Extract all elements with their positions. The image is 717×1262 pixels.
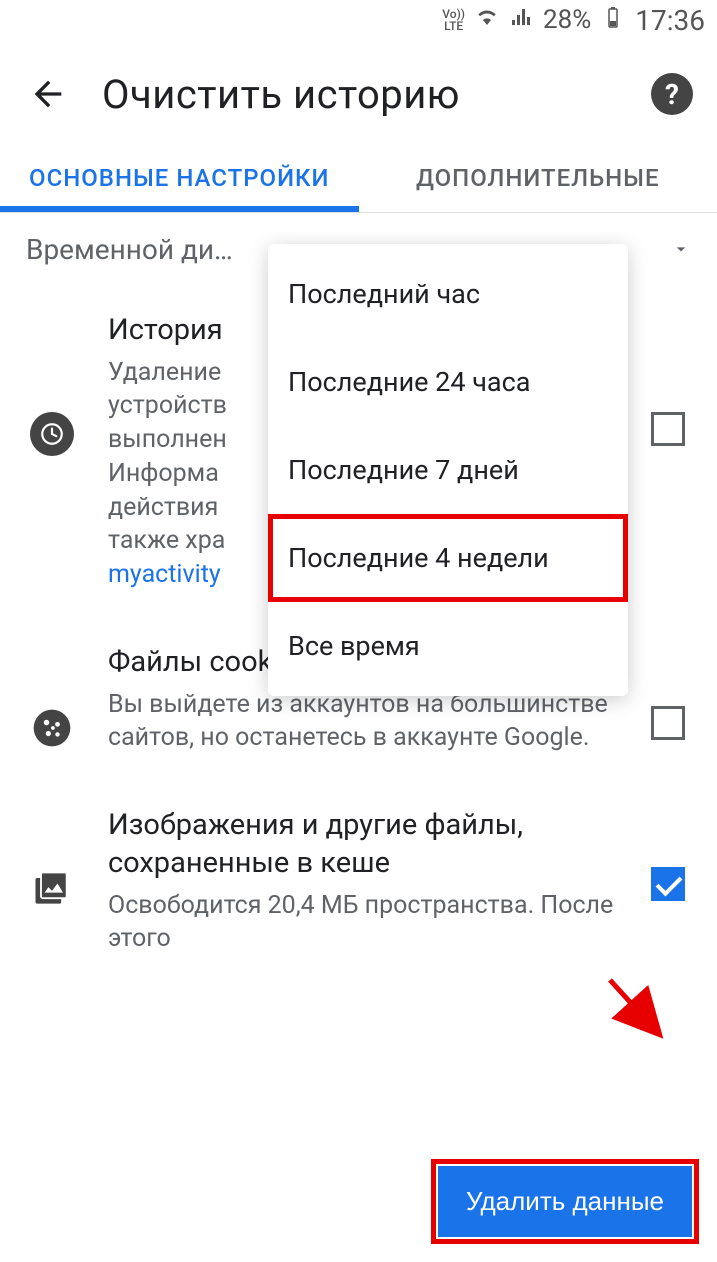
battery-percent: 28% <box>543 5 591 35</box>
volte-indicator: Vo)) LTE <box>442 8 465 32</box>
annotation-highlight: Удалить данные <box>431 1159 699 1244</box>
clear-data-button[interactable]: Удалить данные <box>438 1166 692 1237</box>
timerange-option-all-time[interactable]: Все время <box>268 602 628 690</box>
cookies-description: Вы выйдете из аккаунтов на большинстве с… <box>108 688 615 756</box>
tab-advanced[interactable]: ДОПОЛНИТЕЛЬНЫЕ <box>359 146 717 212</box>
battery-icon <box>601 5 625 36</box>
timerange-label: Временной ди… <box>26 233 233 266</box>
help-button[interactable]: ? <box>651 73 693 115</box>
timerange-dropdown: Последний час Последние 24 часа Последни… <box>268 244 628 696</box>
cookies-icon <box>24 644 80 750</box>
cache-checkbox[interactable] <box>651 867 685 901</box>
myactivity-link[interactable]: myactivity <box>108 560 221 589</box>
chevron-down-icon <box>671 233 691 266</box>
help-icon: ? <box>665 78 679 111</box>
cookie-icon <box>30 706 74 750</box>
page-title: Очистить историю <box>102 71 621 118</box>
history-desc-text: Удаление устройств выполнен Информа дейс… <box>108 358 227 556</box>
tab-basic[interactable]: ОСНОВНЫЕ НАСТРОЙКИ <box>0 146 359 212</box>
clock-icon <box>39 421 65 447</box>
history-icon <box>24 312 80 456</box>
status-bar: Vo)) LTE 28% 17:36 <box>0 0 717 40</box>
timerange-option-last-4w[interactable]: Последние 4 недели <box>268 514 628 602</box>
cache-icon <box>24 807 80 911</box>
timerange-option-last-hour[interactable]: Последний час <box>268 250 628 338</box>
signal-icon <box>509 5 533 36</box>
setting-cache: Изображения и другие файлы, сохраненные … <box>0 781 717 982</box>
image-icon <box>30 867 74 911</box>
action-bar: Удалить данные <box>431 1159 699 1244</box>
cache-title: Изображения и другие файлы, сохраненные … <box>108 807 615 882</box>
cookies-checkbox[interactable] <box>651 706 685 740</box>
annotation-arrow-icon <box>600 970 690 1060</box>
timerange-option-last-7d[interactable]: Последние 7 дней <box>268 426 628 514</box>
clock-time: 17:36 <box>635 4 705 37</box>
tabs: ОСНОВНЫЕ НАСТРОЙКИ ДОПОЛНИТЕЛЬНЫЕ <box>0 146 717 213</box>
back-button[interactable] <box>24 70 72 118</box>
timerange-option-last-24h[interactable]: Последние 24 часа <box>268 338 628 426</box>
wifi-icon <box>475 5 499 36</box>
cache-description: Освободится 20,4 МБ пространства. После … <box>108 889 615 957</box>
header: Очистить историю ? <box>0 40 717 146</box>
arrow-left-icon <box>28 74 68 114</box>
history-checkbox[interactable] <box>651 412 685 446</box>
